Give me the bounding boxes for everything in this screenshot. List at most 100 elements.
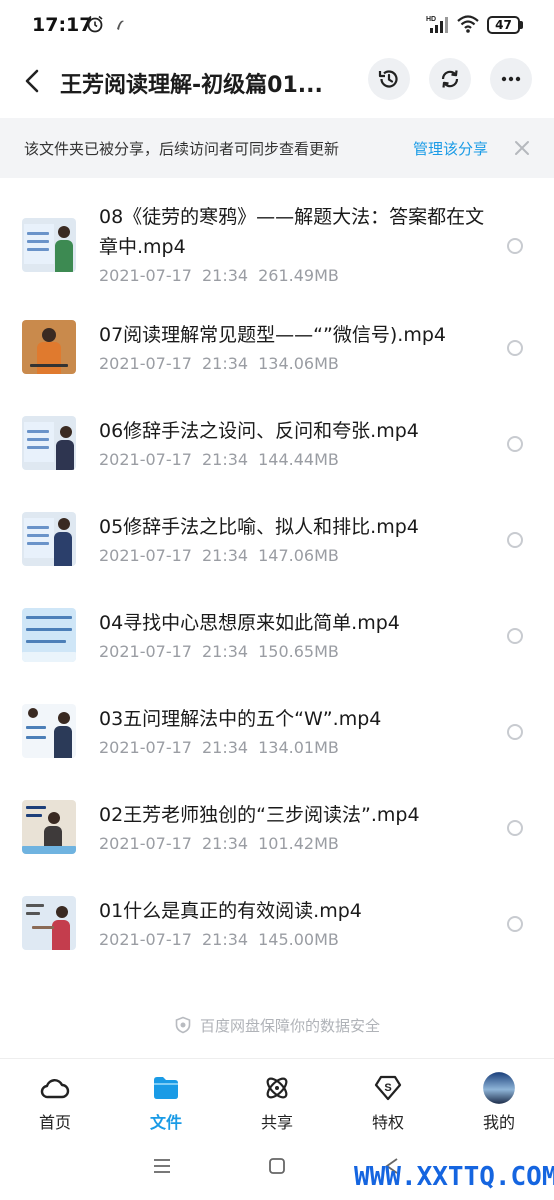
file-meta: 2021-07-17 21:34 101.42MB	[99, 834, 349, 853]
file-meta: 2021-07-17 21:34 134.06MB	[99, 354, 349, 373]
video-thumbnail	[22, 704, 76, 758]
file-row[interactable]: 01什么是真正的有效阅读.mp4 2021-07-17 21:34 145.00MB	[0, 886, 554, 982]
alarm-icon	[87, 15, 103, 33]
svg-text:HD: HD	[426, 16, 436, 23]
file-meta: 2021-07-17 21:34 134.01MB	[99, 738, 349, 757]
video-thumbnail	[22, 416, 76, 470]
select-radio[interactable]	[507, 724, 523, 740]
select-radio[interactable]	[507, 916, 523, 932]
file-meta: 2021-07-17 21:34 261.49MB	[99, 266, 349, 285]
file-time: 21:34	[201, 546, 249, 565]
file-date: 2021-07-17	[99, 546, 192, 565]
video-thumbnail	[22, 896, 76, 950]
file-time: 21:34	[201, 738, 249, 757]
file-meta: 2021-07-17 21:34 144.44MB	[99, 450, 349, 469]
file-date: 2021-07-17	[99, 266, 192, 285]
history-button[interactable]	[368, 58, 410, 100]
notification-icon	[117, 20, 124, 30]
share-banner-text: 该文件夹已被分享，后续访问者可同步查看更新	[24, 140, 340, 158]
file-date: 2021-07-17	[99, 450, 192, 469]
signal-icon: HD	[426, 16, 448, 33]
file-date: 2021-07-17	[99, 930, 192, 949]
wifi-icon	[457, 15, 479, 33]
video-thumbnail	[22, 800, 76, 854]
atom-share-icon	[266, 1077, 288, 1099]
select-radio[interactable]	[507, 628, 523, 644]
security-note-text: 百度网盘保障你的数据安全	[199, 1017, 380, 1035]
nav-files-label: 文件	[149, 1113, 182, 1132]
file-size: 134.06MB	[258, 354, 339, 373]
watermark: WWW.XXTTQ.COM	[354, 1162, 554, 1192]
file-name: 01什么是真正的有效阅读.mp4	[99, 900, 362, 922]
folder-icon	[154, 1077, 178, 1099]
file-row[interactable]: 07阅读理解常见题型——“”微信号).mp4 2021-07-17 21:34 13…	[0, 310, 554, 406]
select-radio[interactable]	[507, 532, 523, 548]
file-name: 08《徒劳的寒鸦》——解题大法：答案都在文章中.mp4	[99, 206, 485, 258]
file-row[interactable]: 08《徒劳的寒鸦》——解题大法：答案都在文章中.mp4 2021-07-17 21…	[0, 200, 554, 310]
shield-icon	[175, 1016, 191, 1034]
history-icon	[378, 70, 398, 88]
file-name: 02王芳老师独创的“三步阅读法”.mp4	[99, 804, 420, 826]
file-date: 2021-07-17	[99, 642, 192, 661]
file-time: 21:34	[201, 930, 249, 949]
nav-share[interactable]: 共享	[222, 1059, 332, 1135]
select-radio[interactable]	[507, 820, 523, 836]
nav-home[interactable]: 首页	[0, 1059, 110, 1135]
back-icon[interactable]	[18, 66, 48, 96]
file-size: 150.65MB	[258, 642, 339, 661]
file-row[interactable]: 04寻找中心思想原来如此简单.mp4 2021-07-17 21:34 150.65…	[0, 598, 554, 694]
battery-indicator: 47	[487, 16, 520, 34]
nav-privilege[interactable]: S 特权	[333, 1059, 443, 1135]
file-date: 2021-07-17	[99, 354, 192, 373]
file-size: 261.49MB	[258, 266, 339, 285]
file-row[interactable]: 03五问理解法中的五个“W”.mp4 2021-07-17 21:34 134.01…	[0, 694, 554, 790]
status-time: 17:17	[32, 14, 93, 36]
manage-share-link[interactable]: 管理该分享	[413, 138, 488, 159]
file-time: 21:34	[201, 834, 249, 853]
file-row[interactable]: 06修辞手法之设问、反问和夸张.mp4 2021-07-17 21:34 144.4…	[0, 406, 554, 502]
file-meta: 2021-07-17 21:34 145.00MB	[99, 930, 349, 949]
privilege-badge-icon: S	[374, 1075, 402, 1101]
file-row[interactable]: 05修辞手法之比喻、拟人和排比.mp4 2021-07-17 21:34 147.0…	[0, 502, 554, 598]
more-icon	[501, 76, 521, 82]
refresh-icon	[441, 70, 459, 88]
file-time: 21:34	[201, 642, 249, 661]
file-time: 21:34	[201, 266, 249, 285]
select-radio[interactable]	[507, 238, 523, 254]
nav-mine-label: 我的	[482, 1113, 515, 1132]
file-date: 2021-07-17	[99, 738, 192, 757]
file-date: 2021-07-17	[99, 834, 192, 853]
nav-privilege-label: 特权	[371, 1113, 404, 1132]
video-thumbnail	[22, 320, 76, 374]
nav-files[interactable]: 文件	[111, 1059, 221, 1135]
file-size: 101.42MB	[258, 834, 339, 853]
cloud-icon	[40, 1079, 70, 1099]
file-meta: 2021-07-17 21:34 150.65MB	[99, 642, 349, 661]
file-name: 04寻找中心思想原来如此简单.mp4	[99, 612, 400, 634]
file-time: 21:34	[201, 450, 249, 469]
home-square-icon[interactable]	[267, 1156, 287, 1176]
video-thumbnail	[22, 218, 76, 272]
file-name: 06修辞手法之设问、反问和夸张.mp4	[99, 420, 419, 442]
menu-icon[interactable]	[152, 1156, 172, 1176]
file-name: 07阅读理解常见题型——“”微信号).mp4	[99, 324, 446, 346]
select-radio[interactable]	[507, 340, 523, 356]
status-bar: 17:17 HD 47	[0, 0, 554, 52]
more-button[interactable]	[490, 58, 532, 100]
video-thumbnail	[22, 608, 76, 662]
nav-home-label: 首页	[38, 1113, 71, 1132]
share-banner: 该文件夹已被分享，后续访问者可同步查看更新 管理该分享	[0, 118, 554, 178]
header: 王芳阅读理解-初级篇01...	[0, 52, 554, 110]
refresh-button[interactable]	[429, 58, 471, 100]
close-icon[interactable]	[514, 140, 530, 156]
video-thumbnail	[22, 512, 76, 566]
file-time: 21:34	[201, 354, 249, 373]
file-size: 147.06MB	[258, 546, 339, 565]
avatar	[483, 1072, 515, 1104]
nav-mine[interactable]: 我的	[444, 1059, 554, 1135]
select-radio[interactable]	[507, 436, 523, 452]
nav-share-label: 共享	[260, 1113, 293, 1132]
bottom-nav: 首页 文件 共享 S 特权 我的	[0, 1058, 554, 1134]
file-name: 03五问理解法中的五个“W”.mp4	[99, 708, 382, 730]
file-row[interactable]: 02王芳老师独创的“三步阅读法”.mp4 2021-07-17 21:34 101.…	[0, 790, 554, 886]
